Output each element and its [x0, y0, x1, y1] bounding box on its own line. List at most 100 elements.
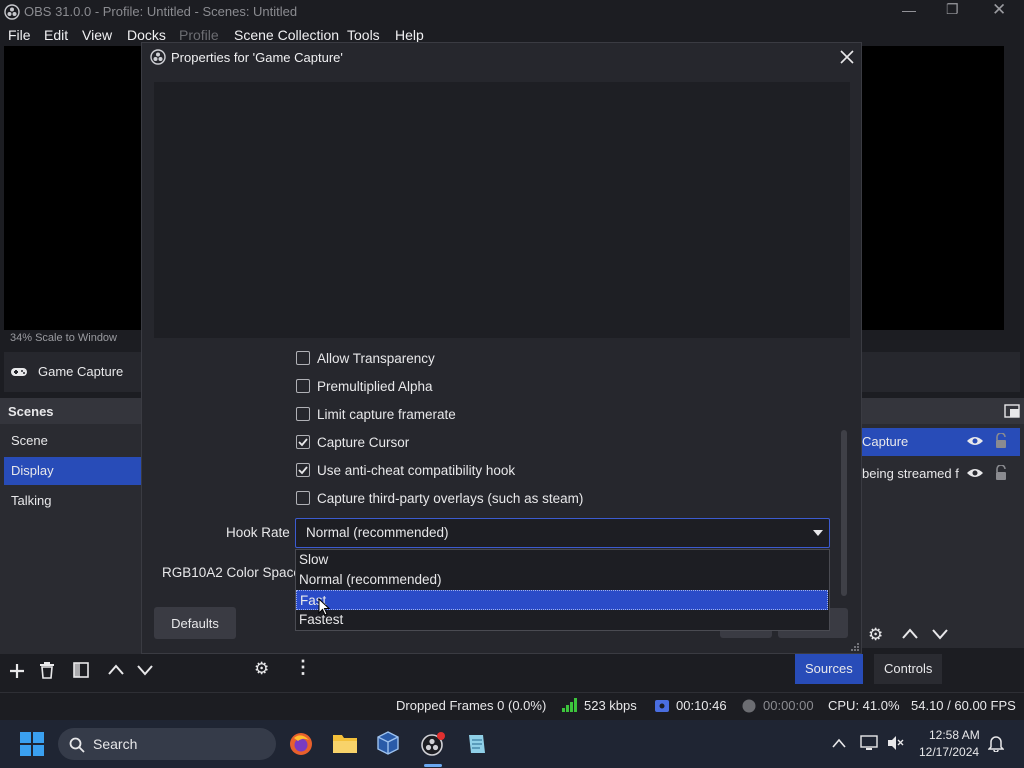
scene-up-icon[interactable]: [106, 662, 126, 678]
scene-label: Talking: [11, 493, 52, 508]
undock-icon[interactable]: [1004, 404, 1020, 418]
speaker-muted-icon[interactable]: [886, 734, 904, 752]
eye-icon[interactable]: [966, 435, 984, 447]
scale-label: 34% Scale to Window: [10, 332, 117, 344]
menu-profile[interactable]: Profile: [179, 27, 219, 43]
sources-header: [860, 398, 1024, 424]
checkbox-box-checked[interactable]: [296, 435, 310, 449]
file-explorer-icon[interactable]: [332, 732, 358, 754]
bitrate: 523 kbps: [584, 698, 637, 713]
obs-logo-icon: [150, 49, 166, 65]
remove-scene-trash-icon[interactable]: [38, 661, 56, 679]
menu-scene-collection[interactable]: Scene Collection: [234, 27, 339, 43]
cpu-usage: CPU: 41.0%: [828, 698, 900, 713]
checkbox-box[interactable]: [296, 379, 310, 393]
stream-icon: [655, 700, 669, 712]
network-icon[interactable]: [860, 734, 878, 752]
source-label: being streamed f: [862, 466, 959, 481]
checkmark-icon: [298, 438, 308, 447]
chevron-up-icon[interactable]: [832, 738, 846, 748]
more-options-icon[interactable]: ⋮: [294, 657, 312, 678]
move-up-icon[interactable]: [900, 626, 920, 642]
resize-grip-icon[interactable]: [850, 642, 860, 652]
defaults-button[interactable]: Defaults: [154, 607, 236, 639]
active-app-indicator: [424, 764, 442, 767]
obs-logo-icon: [4, 4, 20, 20]
clock-time[interactable]: 12:58 AM: [929, 728, 980, 742]
menu-edit[interactable]: Edit: [44, 27, 68, 43]
checkbox-label: Capture Cursor: [317, 435, 410, 450]
search-icon: [69, 737, 85, 753]
eye-icon[interactable]: [966, 467, 984, 479]
virtualbox-icon[interactable]: [376, 731, 400, 755]
move-down-icon[interactable]: [930, 626, 950, 642]
close-window-icon[interactable]: ✕: [992, 0, 1006, 20]
option-label: Slow: [299, 552, 329, 567]
menu-docks[interactable]: Docks: [127, 27, 166, 43]
dropdown-option-slow[interactable]: Slow: [296, 550, 828, 570]
minimize-icon[interactable]: —: [902, 2, 916, 18]
windows-start-icon[interactable]: [20, 732, 44, 756]
source-settings-gear-icon[interactable]: ⚙: [254, 659, 269, 679]
lock-icon[interactable]: [994, 433, 1008, 449]
firefox-icon[interactable]: [289, 732, 313, 756]
checkbox-box-checked[interactable]: [296, 463, 310, 477]
defaults-label: Defaults: [171, 616, 219, 631]
menu-help[interactable]: Help: [395, 27, 424, 43]
tab-sources[interactable]: Sources: [795, 654, 863, 684]
signal-bars-icon: [562, 698, 577, 712]
hook-rate-label: Hook Rate: [226, 525, 290, 540]
scene-item-selected[interactable]: Display: [4, 457, 142, 485]
tab-label: Sources: [805, 661, 853, 676]
preview-canvas[interactable]: [4, 46, 144, 330]
checkbox-box[interactable]: [296, 351, 310, 365]
checkbox-label: Use anti-cheat compatibility hook: [317, 463, 516, 478]
menu-file[interactable]: File: [8, 27, 31, 43]
scenes-title: Scenes: [8, 404, 54, 419]
fps-counter: 54.10 / 60.00 FPS: [911, 698, 1016, 713]
notification-bell-icon[interactable]: [988, 734, 1004, 752]
checkmark-icon: [298, 466, 308, 475]
option-label: Normal (recommended): [299, 572, 442, 587]
checkbox-box[interactable]: [296, 491, 310, 505]
add-scene-icon[interactable]: [8, 662, 26, 680]
stream-time: 00:10:46: [676, 698, 727, 713]
scene-filter-icon[interactable]: [72, 661, 90, 679]
dialog-title: Properties for 'Game Capture': [171, 50, 343, 65]
dropped-frames: Dropped Frames 0 (0.0%): [396, 698, 547, 713]
scene-label: Display: [11, 463, 54, 478]
preview-canvas-right[interactable]: [860, 46, 1004, 330]
taskbar-search[interactable]: [58, 728, 276, 760]
source-properties-gear-icon[interactable]: ⚙: [868, 625, 883, 645]
dropdown-arrow-icon[interactable]: [813, 530, 823, 536]
scene-item[interactable]: Talking: [4, 487, 142, 515]
lock-icon[interactable]: [994, 465, 1008, 481]
dialog-preview: [154, 82, 850, 338]
current-source-label: Game Capture: [38, 364, 124, 379]
source-label: Capture: [862, 434, 909, 449]
maximize-icon[interactable]: ❐: [946, 1, 959, 18]
scene-down-icon[interactable]: [135, 662, 155, 678]
scene-item[interactable]: Scene: [4, 427, 142, 455]
source-item[interactable]: being streamed f: [860, 460, 964, 488]
search-placeholder: Search: [93, 736, 138, 752]
menu-tools[interactable]: Tools: [347, 27, 380, 43]
title-bar: OBS 31.0.0 - Profile: Untitled - Scenes:…: [0, 0, 1024, 24]
close-icon[interactable]: [840, 50, 854, 64]
checkbox-box[interactable]: [296, 407, 310, 421]
dropdown-option-fastest[interactable]: Fastest: [296, 610, 828, 630]
tab-label: Controls: [884, 661, 933, 676]
mouse-cursor-icon: [318, 598, 330, 616]
window-title: OBS 31.0.0 - Profile: Untitled - Scenes:…: [24, 4, 298, 19]
dropdown-option-normal[interactable]: Normal (recommended): [296, 570, 828, 590]
dropdown-option-fast[interactable]: Fast: [296, 590, 828, 610]
record-time: 00:00:00: [763, 698, 814, 713]
scrollbar-thumb[interactable]: [841, 430, 847, 596]
clock-date[interactable]: 12/17/2024: [919, 745, 979, 759]
tab-controls[interactable]: Controls: [874, 654, 943, 684]
menu-view[interactable]: View: [82, 27, 112, 43]
checkbox-label: Premultiplied Alpha: [317, 379, 433, 394]
obs-taskbar-icon[interactable]: [420, 731, 446, 757]
notepad-icon[interactable]: [465, 732, 489, 756]
checkbox-label: Capture third-party overlays (such as st…: [317, 491, 584, 506]
